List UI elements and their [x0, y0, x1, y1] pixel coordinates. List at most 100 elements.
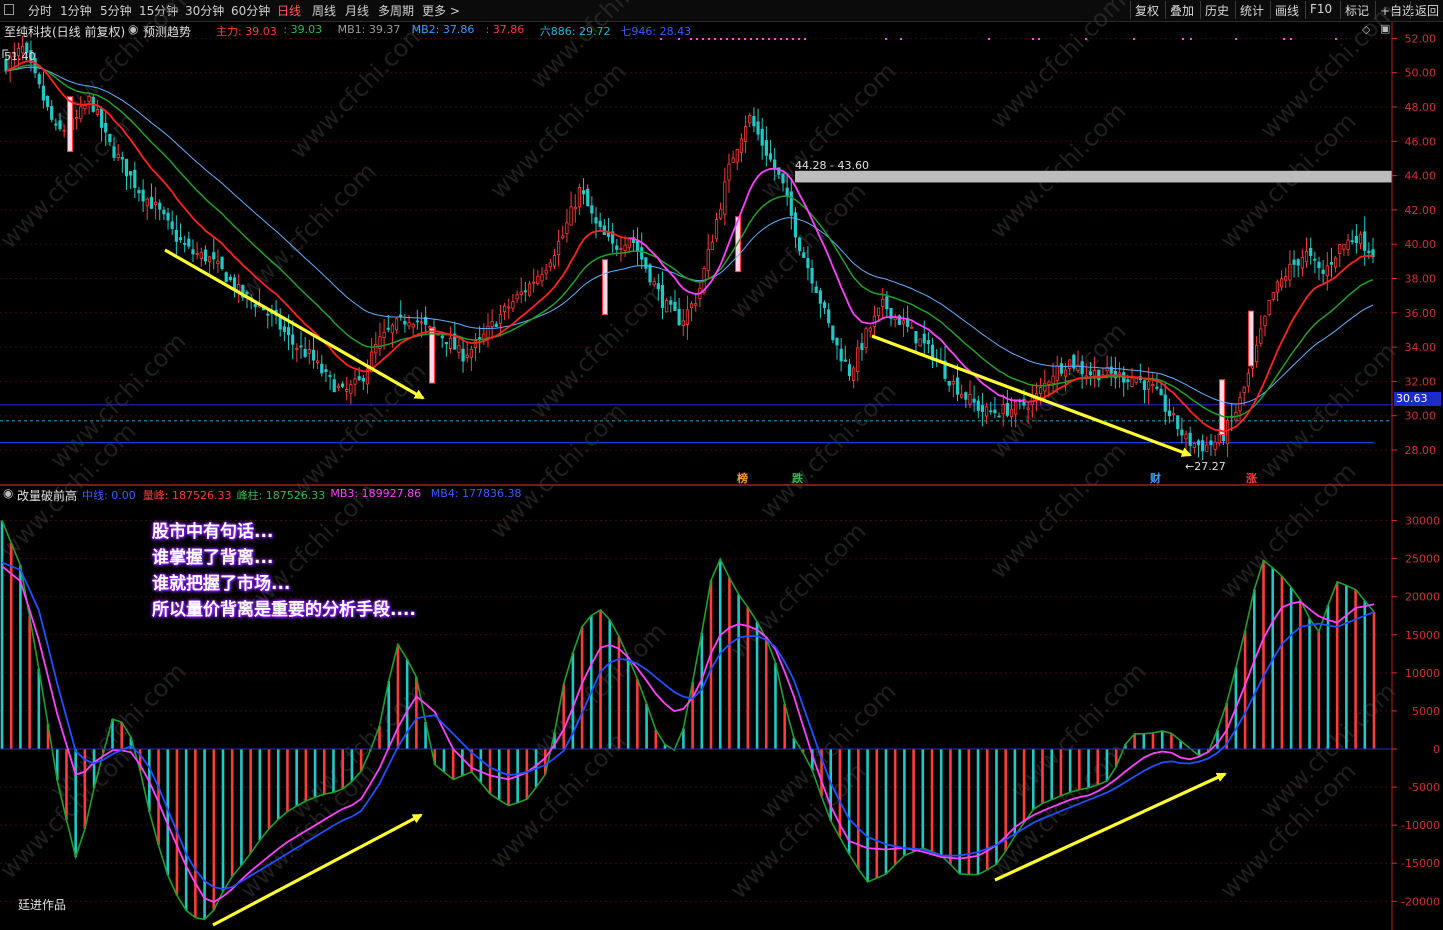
candle-body: [685, 309, 690, 325]
candle-body: [407, 321, 411, 327]
candle-body: [353, 378, 357, 385]
window-restore-icon[interactable]: ▣: [1380, 22, 1390, 35]
candle-body: [619, 248, 623, 250]
candle-body: [918, 338, 922, 347]
upper-legend-item-6: 七946: 28.43: [620, 25, 692, 38]
diamond-icon[interactable]: ◇: [1362, 23, 1370, 36]
candle-body: [1009, 408, 1014, 418]
event-marker-cai[interactable]: 财: [1150, 470, 1161, 486]
candle-body: [976, 400, 980, 411]
candle-body: [54, 123, 58, 126]
lower-toggle-icon[interactable]: ◉: [3, 486, 13, 500]
candle-body: [748, 115, 752, 124]
lower-legend-item-1: 量峰: 187526.33: [142, 489, 232, 502]
volume-bar: [949, 749, 952, 865]
volume-bar: [1372, 611, 1376, 749]
candle-body: [1059, 363, 1063, 374]
upper-legend-item-2: MB1: 39.37: [337, 23, 401, 36]
signal-dot: [702, 38, 704, 40]
indicator-toggle-icon[interactable]: ◉: [128, 22, 138, 36]
indicator-name[interactable]: 预测趋势: [143, 23, 191, 40]
candle-body: [203, 249, 208, 262]
annotation-line-2: 谁掌握了背离...: [152, 548, 274, 568]
candle-body: [719, 208, 723, 219]
candle-body: [62, 129, 66, 132]
candle-body: [1346, 239, 1350, 250]
candle-body: [835, 337, 839, 346]
candle-body: [814, 286, 818, 293]
candle-body: [681, 320, 685, 327]
candle-body: [926, 340, 931, 345]
candle-body: [145, 198, 149, 207]
volume-bar: [184, 749, 188, 911]
candle-body: [311, 349, 316, 361]
candle-body: [1284, 276, 1288, 281]
event-marker-zhang[interactable]: 涨: [1246, 470, 1257, 486]
candle-body: [120, 156, 124, 160]
chart-canvas[interactable]: www.cfchi.comwww.cfchi.comwww.cfchi.comw…: [0, 0, 1443, 930]
candle-body: [914, 331, 918, 344]
lower-legend-item-4: MB4: 177836.38: [430, 487, 522, 500]
candle-body: [1151, 384, 1155, 386]
candle-body: [1358, 233, 1363, 245]
candle-body: [577, 186, 581, 208]
volume-bar: [1289, 587, 1293, 749]
candle-body: [656, 283, 660, 290]
lower-indicator-title[interactable]: 改量破前高: [17, 487, 77, 504]
volume-bar: [1326, 605, 1330, 749]
candle-body: [1300, 257, 1304, 269]
misc-decor: [2, 38, 1337, 58]
volume-bar: [37, 668, 41, 749]
volume-bar: [258, 749, 262, 841]
volume-bar: [295, 749, 298, 806]
candle-body: [827, 309, 831, 324]
candle-body: [228, 276, 232, 281]
lower-tick-label: -5000: [1408, 781, 1440, 794]
watermark-text: www.cfchi.com: [284, 17, 431, 164]
volume-bar: [599, 609, 602, 749]
volume-bar: [1142, 733, 1146, 749]
candle-body: [216, 260, 220, 265]
volume-bar: [221, 749, 225, 892]
candle-body: [390, 324, 395, 334]
candle-body: [1338, 244, 1342, 254]
resistance-zone: [795, 170, 1392, 183]
signal-dot: [1032, 38, 1034, 40]
volume-bar: [74, 749, 77, 858]
candle-body: [818, 290, 822, 304]
upper-tick-label: 50.00: [1405, 67, 1437, 80]
volume-bar: [332, 749, 335, 793]
candle-body: [45, 95, 50, 107]
volume-bar: [903, 749, 906, 856]
upper-tick-label: 46.00: [1405, 135, 1437, 148]
candle-body: [1313, 258, 1317, 261]
watermark-text: www.cfchi.com: [724, 517, 871, 664]
candle-body: [428, 326, 432, 329]
candle-body: [332, 379, 336, 393]
candle-body: [910, 326, 914, 329]
volume-bar: [497, 749, 501, 800]
upper-legend-item-1: : 39.03: [283, 23, 323, 36]
candle-body: [108, 134, 112, 143]
event-marker-bang[interactable]: 榜: [737, 470, 748, 486]
candle-body: [623, 244, 627, 251]
candle-body: [1163, 394, 1167, 412]
signal-dot: [780, 38, 782, 40]
watermark-layer: www.cfchi.comwww.cfchi.comwww.cfchi.comw…: [0, 0, 1401, 904]
candle-body: [980, 405, 985, 412]
candle-body: [195, 253, 199, 256]
volume-bar: [415, 677, 418, 749]
candle-body: [1350, 240, 1354, 243]
candle-body: [802, 252, 806, 258]
candle-body: [1134, 378, 1138, 383]
signal-dot: [750, 38, 752, 40]
candle-body: [162, 209, 166, 215]
candle-body: [1063, 369, 1068, 377]
candle-body: [112, 146, 116, 158]
signal-candle: [429, 327, 435, 384]
upper-tick-label: 38.00: [1405, 273, 1437, 286]
candle-body: [357, 376, 361, 380]
signal-dot: [738, 38, 740, 40]
volume-bar: [442, 749, 446, 773]
event-marker-die[interactable]: 跌: [792, 470, 803, 486]
